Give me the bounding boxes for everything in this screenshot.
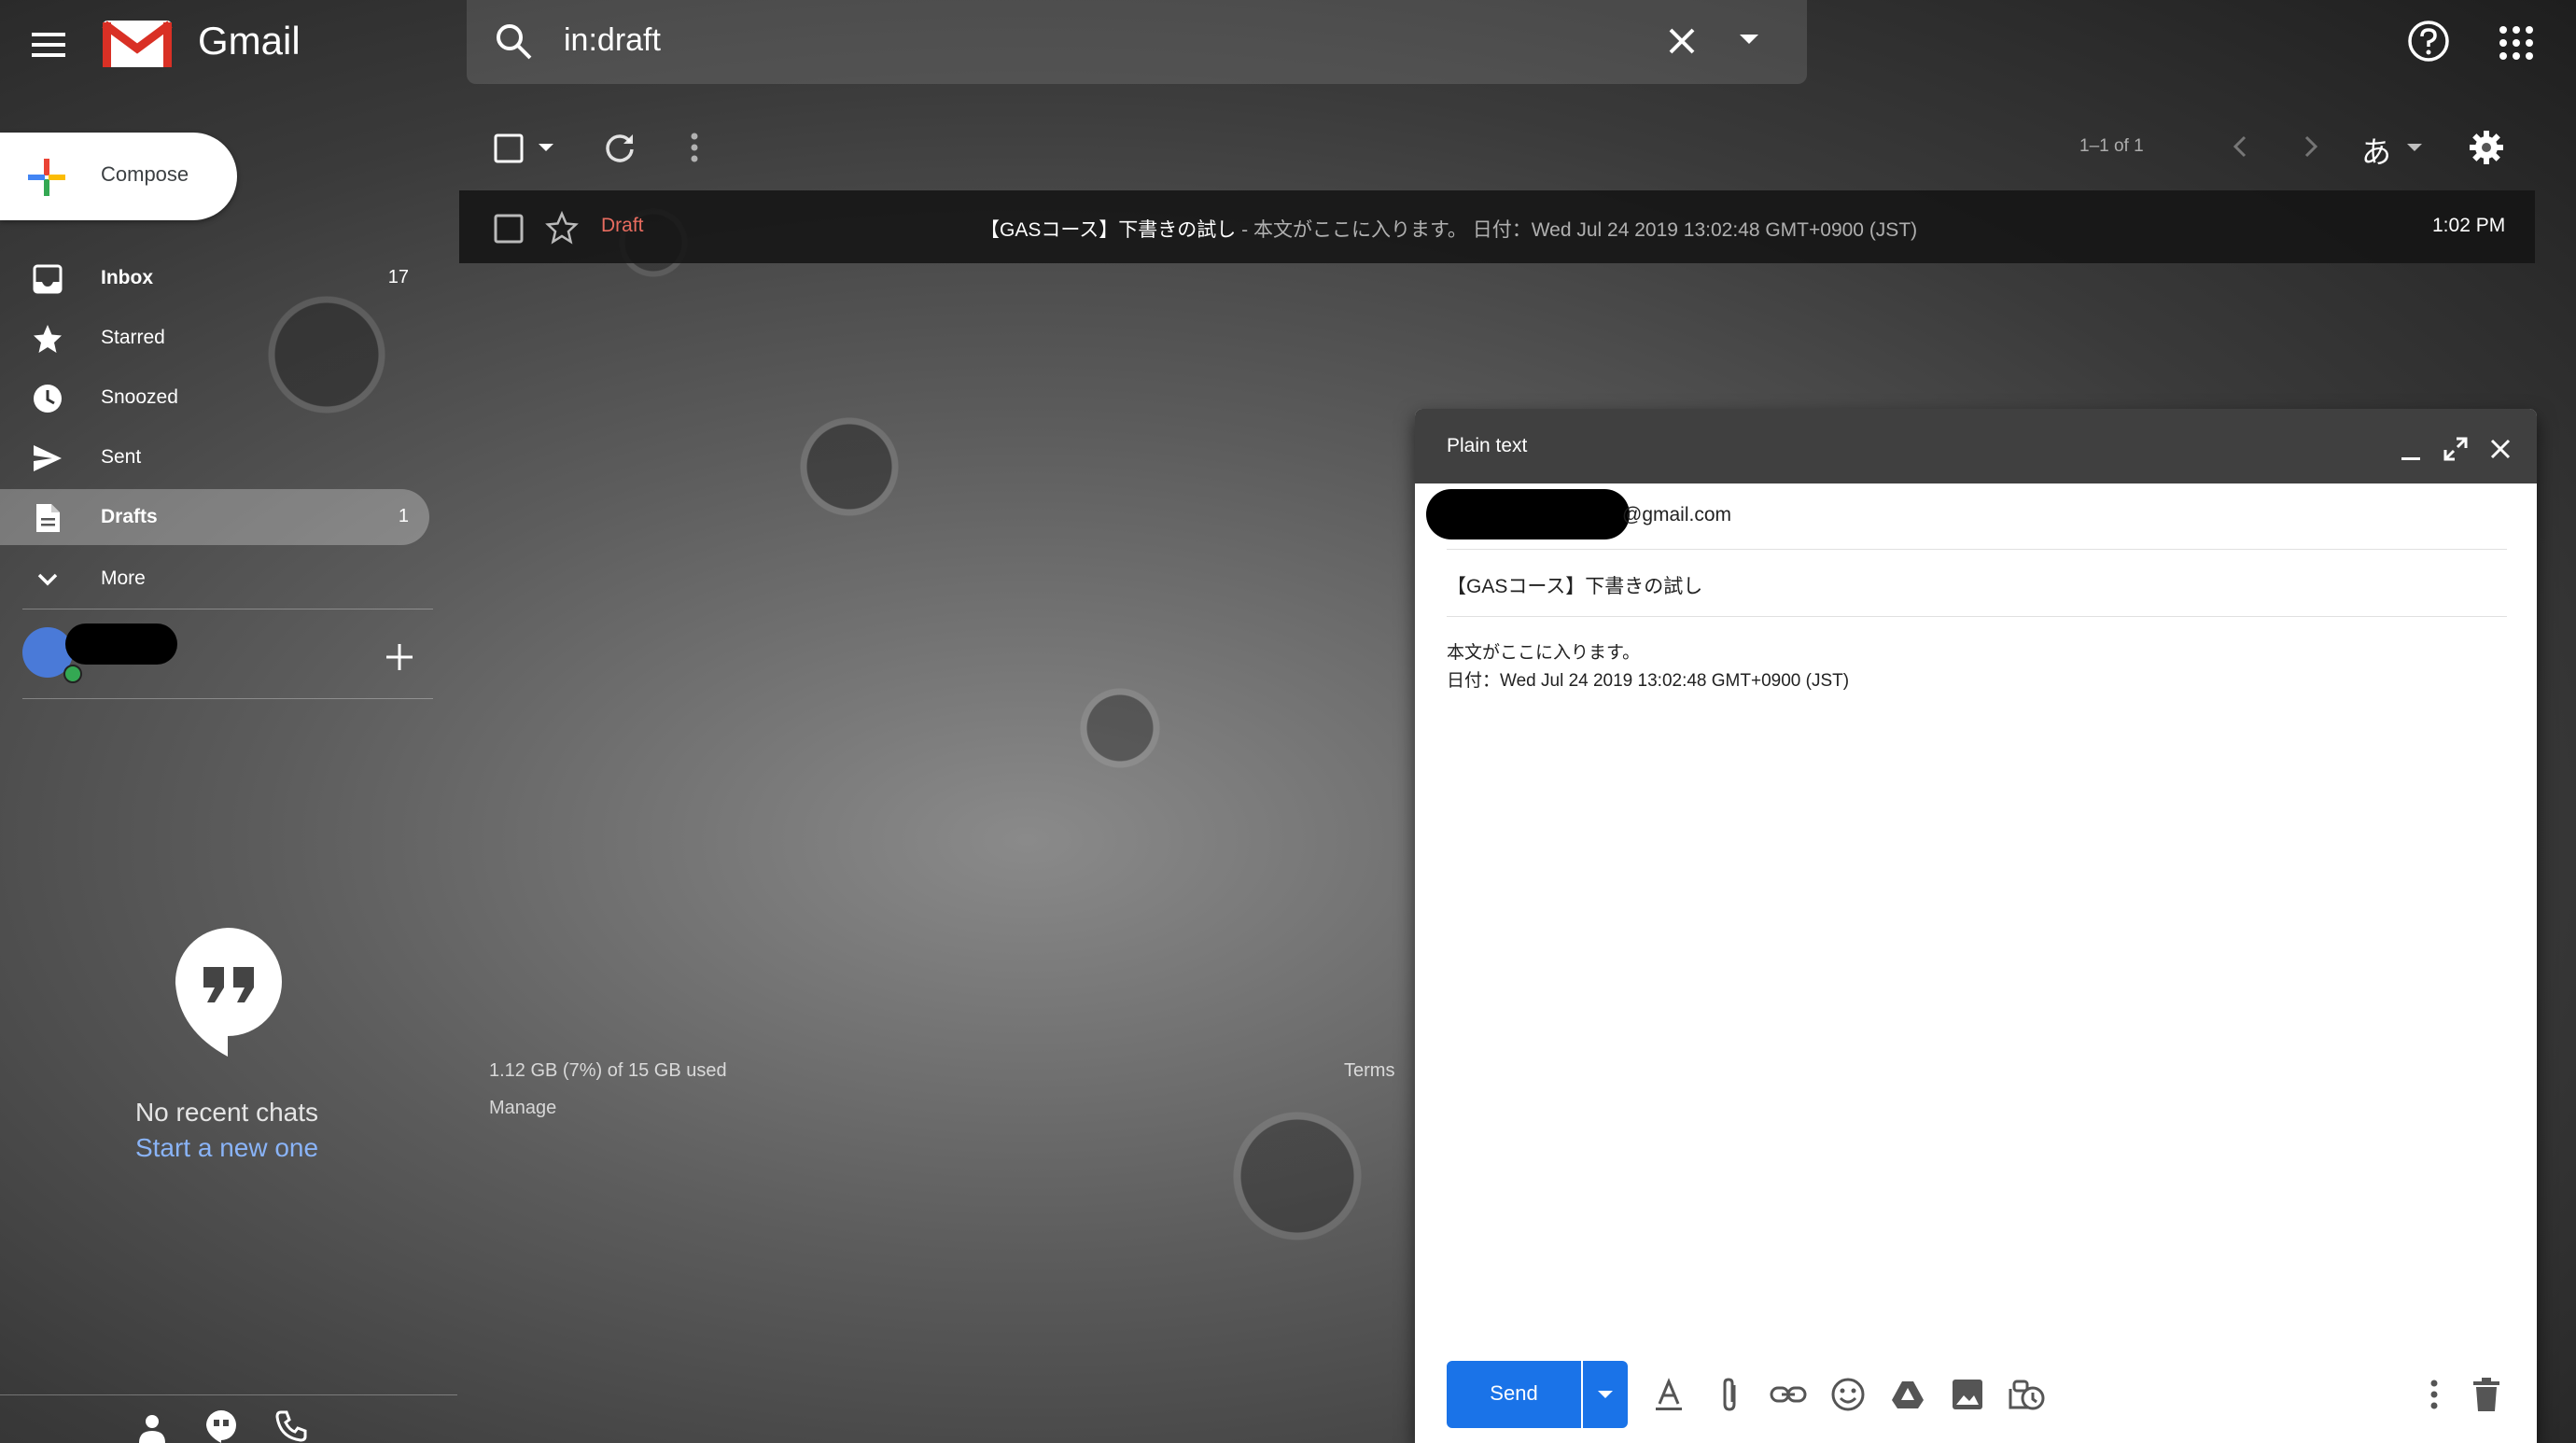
confidential-mode-icon[interactable] <box>2007 1376 2046 1413</box>
draft-file-icon <box>32 502 63 534</box>
email-snippet: - 本文がここに入ります。 日付：Wed Jul 24 2019 13:02:4… <box>1236 219 1918 241</box>
main-menu-icon[interactable] <box>26 22 71 67</box>
input-tools-button[interactable]: あ <box>2361 129 2391 172</box>
fullscreen-icon[interactable] <box>2442 435 2470 463</box>
sidebar-bottom-divider <box>0 1394 457 1395</box>
pagination-text: 1–1 of 1 <box>2079 136 2144 156</box>
compose-label: Compose <box>101 162 189 186</box>
redacted-recipient <box>1426 489 1630 539</box>
search-icon[interactable] <box>493 21 534 62</box>
email-subject-line[interactable]: 【GASコース】下書きの試し - 本文がここに入ります。 日付：Wed Jul … <box>980 215 1917 243</box>
sidebar-divider <box>22 698 433 699</box>
storage-usage-text: 1.12 GB (7%) of 15 GB used <box>489 1060 727 1081</box>
search-options-caret-icon[interactable] <box>1738 32 1760 47</box>
select-all-checkbox[interactable] <box>493 133 525 164</box>
gmail-logo-icon[interactable] <box>101 17 174 71</box>
formatting-options-icon[interactable] <box>1650 1376 1687 1413</box>
recipients-field[interactable]: @gmail.com <box>1622 504 1731 526</box>
discard-draft-icon[interactable] <box>2470 1376 2503 1413</box>
refresh-icon[interactable] <box>601 129 638 166</box>
terms-link[interactable]: Terms <box>1344 1060 1394 1082</box>
draft-label: Draft <box>601 215 644 236</box>
gear-icon[interactable] <box>2468 129 2505 166</box>
input-tools-caret-icon[interactable] <box>2406 142 2423 153</box>
compose-window <box>1415 409 2537 1443</box>
sidebar-item-label: Sent <box>101 446 142 468</box>
redacted-name <box>65 623 177 665</box>
field-divider <box>1447 616 2507 617</box>
more-vertical-icon[interactable] <box>687 129 702 166</box>
chevron-left-icon[interactable] <box>2227 133 2255 161</box>
select-options-caret-icon[interactable] <box>538 142 554 153</box>
phone-icon[interactable] <box>274 1409 308 1443</box>
chevron-right-icon[interactable] <box>2296 133 2324 161</box>
sidebar-item-starred[interactable]: Starred <box>0 310 429 366</box>
sidebar-item-label: Inbox <box>101 267 153 288</box>
clock-icon <box>32 383 63 414</box>
more-options-icon[interactable] <box>2427 1376 2442 1413</box>
drafts-count: 1 <box>398 506 409 526</box>
hangouts-quote-icon <box>172 926 284 1058</box>
email-subject: 【GASコース】下書きの試し <box>980 219 1237 241</box>
online-status-dot <box>63 665 82 683</box>
sidebar-item-label: Starred <box>101 327 165 348</box>
apps-grid-icon[interactable] <box>2498 24 2535 62</box>
star-icon <box>32 323 63 355</box>
sidebar-item-label: Snoozed <box>101 386 178 408</box>
sidebar-item-label: Drafts <box>101 506 158 527</box>
message-body-line[interactable]: 日付：Wed Jul 24 2019 13:02:48 GMT+0900 (JS… <box>1447 666 1849 692</box>
clear-search-icon[interactable] <box>1663 22 1701 60</box>
search-bar[interactable] <box>467 0 1807 84</box>
subject-field[interactable]: 【GASコース】下書きの試し <box>1447 571 1702 599</box>
chevron-down-icon <box>32 564 63 595</box>
message-body-line[interactable]: 本文がここに入ります。 <box>1447 638 1640 664</box>
close-icon[interactable] <box>2486 435 2514 463</box>
help-icon[interactable] <box>2406 19 2451 63</box>
add-contact-icon[interactable] <box>381 638 418 676</box>
sidebar-item-snoozed[interactable]: Snoozed <box>0 370 429 426</box>
inbox-icon <box>32 263 63 295</box>
google-drive-icon[interactable] <box>1889 1376 1926 1413</box>
inbox-count: 17 <box>387 267 409 287</box>
emoji-icon[interactable] <box>1829 1376 1867 1413</box>
star-icon[interactable] <box>545 211 579 245</box>
start-new-chat-link[interactable]: Start a new one <box>0 1133 454 1163</box>
sidebar-item-inbox[interactable]: Inbox 17 <box>0 250 429 306</box>
send-button-label: Send <box>1490 1381 1538 1405</box>
app-title: Gmail <box>198 19 301 63</box>
compose-window-header[interactable] <box>1415 409 2537 483</box>
field-divider <box>1447 549 2507 550</box>
email-time: 1:02 PM <box>2432 215 2506 236</box>
minimize-icon[interactable] <box>2397 439 2425 467</box>
manage-storage-link[interactable]: Manage <box>489 1098 556 1119</box>
hangouts-icon[interactable] <box>205 1409 237 1443</box>
insert-photo-icon[interactable] <box>1949 1376 1986 1413</box>
sidebar-item-more[interactable]: More <box>0 551 429 607</box>
search-input[interactable]: in:draft <box>564 22 661 59</box>
compose-window-title: Plain text <box>1447 435 1528 456</box>
insert-link-icon[interactable] <box>1770 1376 1807 1413</box>
compose-plus-icon <box>26 157 67 198</box>
person-icon[interactable] <box>136 1411 168 1443</box>
row-checkbox[interactable] <box>493 213 525 245</box>
attach-file-icon[interactable] <box>1712 1376 1749 1413</box>
sidebar-item-drafts[interactable]: Drafts 1 <box>0 489 429 545</box>
send-icon <box>32 442 63 474</box>
no-chats-text: No recent chats <box>134 1098 319 1127</box>
sidebar-item-sent[interactable]: Sent <box>0 429 429 485</box>
sidebar-item-label: More <box>101 567 146 589</box>
chevron-down-icon <box>1596 1389 1615 1400</box>
